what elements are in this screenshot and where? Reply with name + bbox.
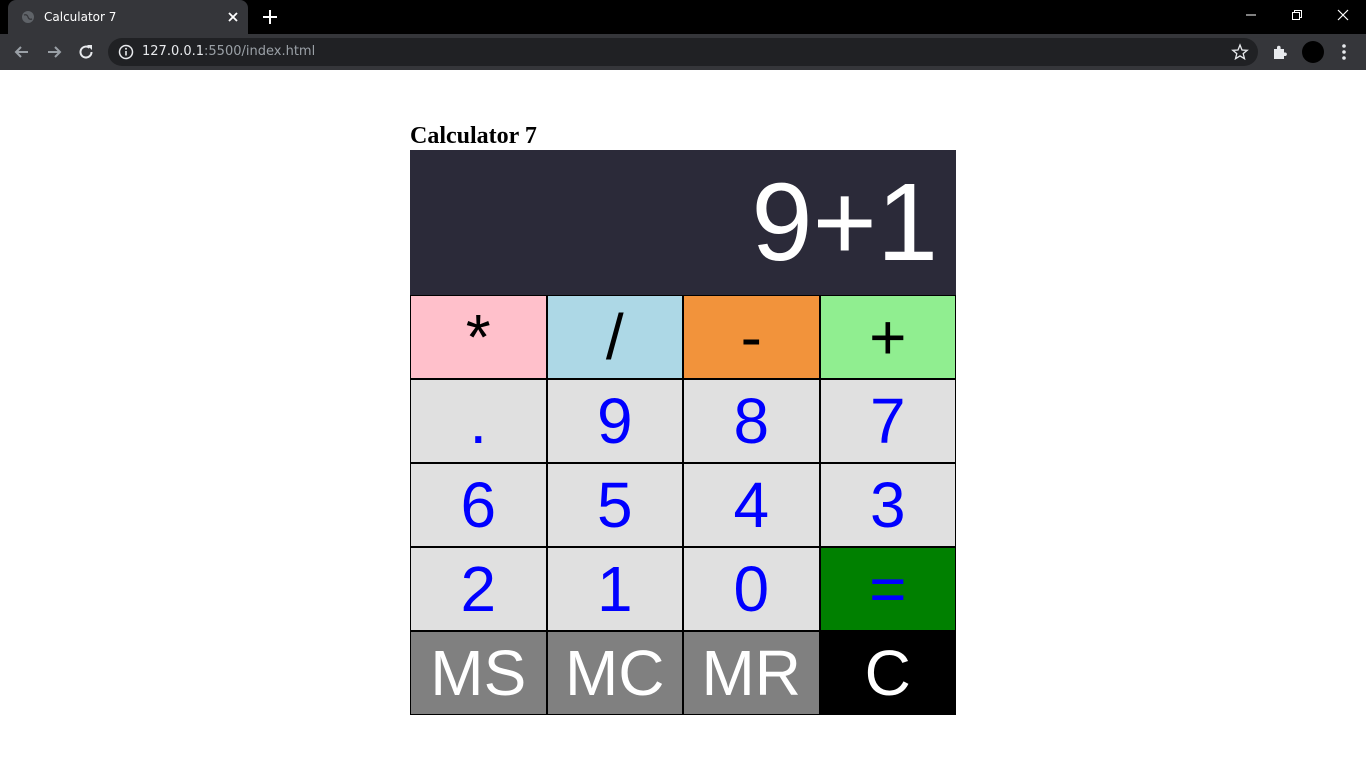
decimal-label: .: [469, 385, 488, 457]
browser-tab[interactable]: Calculator 7: [8, 0, 248, 34]
memory-recall-label: MR: [701, 637, 802, 709]
multiply-label: *: [465, 301, 491, 373]
keypad: * / - + . 9 8 7 6 5 4 3 2 1 0 = MS MC MR…: [410, 295, 956, 715]
equals-label: =: [869, 553, 907, 625]
minimize-icon: [1246, 14, 1256, 16]
memory-store-label: MS: [430, 637, 527, 709]
digit-label: 3: [869, 469, 906, 541]
add-button[interactable]: +: [819, 295, 956, 379]
equals-button[interactable]: =: [819, 547, 956, 631]
memory-store-button[interactable]: MS: [410, 631, 547, 715]
decimal-button[interactable]: .: [410, 379, 547, 463]
multiply-button[interactable]: *: [410, 295, 547, 379]
memory-clear-button[interactable]: MC: [546, 631, 683, 715]
back-arrow-icon[interactable]: [12, 42, 32, 62]
address-bar[interactable]: 127.0.0.1:5500/index.html: [108, 38, 1258, 66]
puzzle-icon[interactable]: [1270, 42, 1290, 62]
page-title: Calculator 7: [410, 123, 537, 149]
subtract-button[interactable]: -: [683, 295, 820, 379]
url-host: 127.0.0.1: [142, 44, 205, 59]
digit-label: 7: [869, 385, 906, 457]
digit-label: 2: [460, 553, 497, 625]
digit-label: 1: [596, 553, 633, 625]
info-icon[interactable]: [118, 44, 134, 60]
digit-7-button[interactable]: 7: [819, 379, 956, 463]
url-text[interactable]: 127.0.0.1:5500/index.html: [142, 44, 315, 59]
subtract-label: -: [740, 301, 762, 373]
tab-strip: Calculator 7: [0, 0, 1366, 34]
calculator: 9+1 * / - + . 9 8 7 6 5 4 3 2 1 0 = MS M…: [410, 150, 956, 715]
calculator-display: 9+1: [410, 150, 956, 295]
digit-8-button[interactable]: 8: [683, 379, 820, 463]
avatar[interactable]: [1302, 41, 1324, 63]
kebab-menu-icon[interactable]: [1334, 42, 1354, 62]
forward-arrow-icon[interactable]: [44, 42, 64, 62]
restore-button[interactable]: [1274, 0, 1320, 30]
clear-label: C: [864, 637, 911, 709]
digit-9-button[interactable]: 9: [546, 379, 683, 463]
minimize-button[interactable]: [1228, 0, 1274, 30]
digit-6-button[interactable]: 6: [410, 463, 547, 547]
star-icon[interactable]: [1231, 43, 1249, 61]
digit-1-button[interactable]: 1: [546, 547, 683, 631]
digit-5-button[interactable]: 5: [546, 463, 683, 547]
tab-title: Calculator 7: [44, 10, 117, 24]
digit-3-button[interactable]: 3: [819, 463, 956, 547]
digit-label: 4: [733, 469, 770, 541]
add-label: +: [869, 301, 907, 373]
window-close-button[interactable]: [1320, 0, 1366, 30]
digit-label: 6: [460, 469, 497, 541]
digit-label: 5: [596, 469, 633, 541]
digit-label: 9: [596, 385, 633, 457]
digit-0-button[interactable]: 0: [683, 547, 820, 631]
browser-toolbar: 127.0.0.1:5500/index.html: [0, 34, 1366, 70]
digit-label: 8: [733, 385, 770, 457]
plus-icon[interactable]: [261, 8, 279, 26]
close-icon: [1337, 9, 1349, 21]
digit-4-button[interactable]: 4: [683, 463, 820, 547]
digit-2-button[interactable]: 2: [410, 547, 547, 631]
digit-label: 0: [733, 553, 770, 625]
close-icon[interactable]: [225, 9, 241, 25]
reload-icon[interactable]: [76, 42, 96, 62]
globe-icon: [22, 11, 34, 23]
clear-button[interactable]: C: [819, 631, 956, 715]
memory-clear-label: MC: [564, 637, 665, 709]
url-path: :5500/index.html: [204, 44, 316, 59]
divide-label: /: [605, 301, 624, 373]
divide-button[interactable]: /: [546, 295, 683, 379]
memory-recall-button[interactable]: MR: [683, 631, 820, 715]
restore-icon: [1292, 10, 1302, 20]
